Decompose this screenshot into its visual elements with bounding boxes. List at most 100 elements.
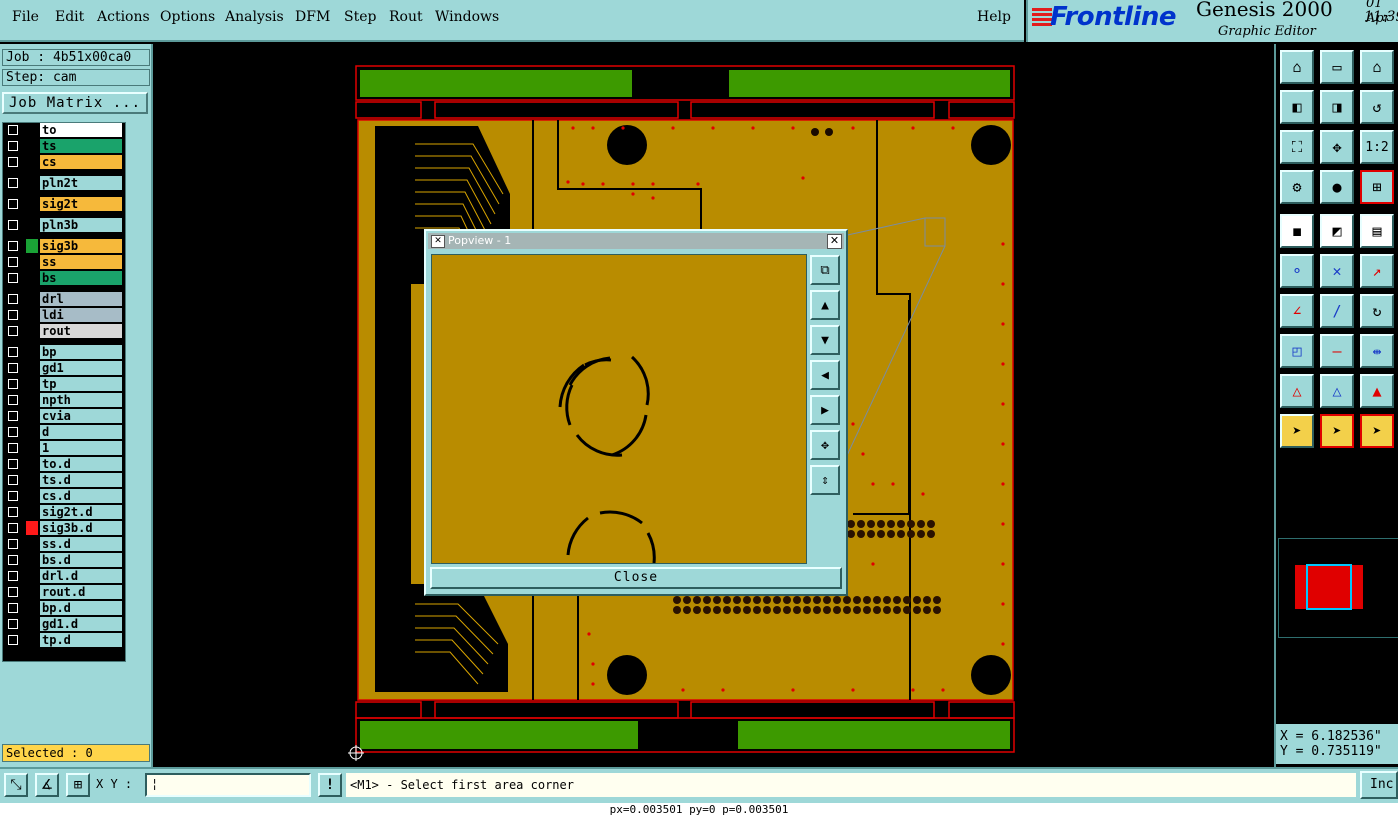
zoom-home-icon[interactable]: ✥ — [810, 430, 840, 460]
layer-checkbox[interactable] — [8, 347, 18, 357]
snap-icon[interactable]: ● — [1320, 170, 1354, 204]
menu-edit[interactable]: Edit — [55, 9, 84, 25]
layer-checkbox[interactable] — [8, 491, 18, 501]
layer-checkbox[interactable] — [8, 523, 18, 533]
layer-row[interactable]: cs — [3, 155, 125, 169]
menu-file[interactable]: File — [12, 9, 39, 25]
layer-row[interactable]: bs — [3, 271, 125, 285]
layer-row[interactable]: gd1 — [3, 361, 125, 375]
layer-checkbox[interactable] — [8, 539, 18, 549]
layer-checkbox[interactable] — [8, 475, 18, 485]
layer-checkbox[interactable] — [8, 326, 18, 336]
layer-row[interactable]: sig2t.d — [3, 505, 125, 519]
pan-up-icon[interactable]: ▲ — [810, 290, 840, 320]
popview-titlebar[interactable]: ✕ Popview - 1 ✕ — [428, 233, 844, 249]
menu-windows[interactable]: Windows — [435, 9, 499, 25]
pointer-icon[interactable]: ➤ — [1280, 414, 1314, 448]
menu-actions[interactable]: Actions — [97, 9, 150, 25]
layer-checkbox[interactable] — [8, 395, 18, 405]
layer-checkbox[interactable] — [8, 125, 18, 135]
angle-snap-icon[interactable]: ∡ — [35, 773, 59, 797]
layers-icon[interactable]: ⊞ — [1360, 170, 1394, 204]
xy-input[interactable]: ¦ — [145, 773, 311, 797]
layer-row[interactable]: drl.d — [3, 569, 125, 583]
zoom-out-icon[interactable]: ▭ — [1320, 50, 1354, 84]
layer-row[interactable]: d — [3, 425, 125, 439]
pan-right-icon[interactable]: ▶ — [810, 395, 840, 425]
layer-checkbox[interactable] — [8, 241, 18, 251]
layer-row[interactable]: npth — [3, 393, 125, 407]
layer-checkbox[interactable] — [8, 310, 18, 320]
zoom-fit-icon[interactable]: ⛶ — [1280, 130, 1314, 164]
layer-checkbox[interactable] — [8, 555, 18, 565]
angle-icon[interactable]: ∠ — [1280, 294, 1314, 328]
layer-checkbox[interactable] — [8, 635, 18, 645]
layer-checkbox[interactable] — [8, 443, 18, 453]
layer-checkbox[interactable] — [8, 220, 18, 230]
menu-rout[interactable]: Rout — [389, 9, 423, 25]
menu-analysis[interactable]: Analysis — [225, 9, 284, 25]
measure-icon[interactable]: ⇹ — [1360, 334, 1394, 368]
intersect-icon[interactable]: ✕ — [1320, 254, 1354, 288]
pan-down-icon[interactable]: ▼ — [810, 325, 840, 355]
layer-row[interactable]: bp.d — [3, 601, 125, 615]
pan-left-icon[interactable]: ◧ — [1280, 90, 1314, 124]
pad-icon[interactable]: ◰ — [1280, 334, 1314, 368]
layer-checkbox[interactable] — [8, 603, 18, 613]
menu-options[interactable]: Options — [160, 9, 215, 25]
pan-right-icon[interactable]: ◨ — [1320, 90, 1354, 124]
layer-checkbox[interactable] — [8, 411, 18, 421]
layer-row[interactable]: ss — [3, 255, 125, 269]
menu-dfm[interactable]: DFM — [295, 9, 330, 25]
triangle-icon[interactable]: △ — [1280, 374, 1314, 408]
pointer-circle-icon[interactable]: ➤ — [1360, 414, 1394, 448]
layer-checkbox[interactable] — [8, 157, 18, 167]
layer-checkbox[interactable] — [8, 571, 18, 581]
layer-row[interactable]: pln3b — [3, 218, 125, 232]
layer-row[interactable]: gd1.d — [3, 617, 125, 631]
layer-row[interactable]: ss.d — [3, 537, 125, 551]
layer-row[interactable]: to.d — [3, 457, 125, 471]
triangle-filled-icon[interactable]: ▲ — [1360, 374, 1394, 408]
layer-row[interactable]: pln2t — [3, 176, 125, 190]
feature-select-icon[interactable]: ◼ — [1280, 214, 1314, 248]
close-icon[interactable]: ✕ — [827, 234, 842, 249]
layer-row[interactable]: 1 — [3, 441, 125, 455]
overview-minimap[interactable] — [1278, 538, 1398, 638]
layer-checkbox[interactable] — [8, 459, 18, 469]
snap-grid-icon[interactable]: ⤡ — [4, 773, 28, 797]
layer-row[interactable]: tp.d — [3, 633, 125, 647]
layer-checkbox[interactable] — [8, 294, 18, 304]
layer-checkbox[interactable] — [8, 427, 18, 437]
redraw-icon[interactable]: ↺ — [1360, 90, 1394, 124]
inc-button[interactable]: Inc — [1360, 771, 1398, 799]
layer-checkbox[interactable] — [8, 199, 18, 209]
exclamation-icon[interactable]: ! — [318, 773, 342, 797]
layer-checkbox[interactable] — [8, 587, 18, 597]
layer-row[interactable]: rout.d — [3, 585, 125, 599]
pointer-select-icon[interactable]: ➤ — [1320, 414, 1354, 448]
window-menu-icon[interactable]: ✕ — [431, 235, 445, 248]
zoom-home-icon[interactable]: ⌂ — [1280, 50, 1314, 84]
layer-row[interactable]: sig3b.d — [3, 521, 125, 535]
zoom-1to2-icon[interactable]: 1:2 — [1360, 130, 1394, 164]
layer-row[interactable]: bp — [3, 345, 125, 359]
line-icon[interactable]: / — [1320, 294, 1354, 328]
layer-checkbox[interactable] — [8, 273, 18, 283]
layer-row[interactable]: drl — [3, 292, 125, 306]
layer-row[interactable]: to — [3, 123, 125, 137]
menu-step[interactable]: Step — [344, 9, 376, 25]
popview-zoom-view[interactable] — [431, 254, 807, 564]
zoom-fit-icon[interactable]: ⇕ — [810, 465, 840, 495]
line-draw-icon[interactable]: ◩ — [1320, 214, 1354, 248]
layer-checkbox[interactable] — [8, 257, 18, 267]
popview-close-button[interactable]: Close — [430, 567, 842, 589]
layer-checkbox[interactable] — [8, 178, 18, 188]
layer-row[interactable]: ts — [3, 139, 125, 153]
settings-icon[interactable]: ⚙ — [1280, 170, 1314, 204]
ruler-icon[interactable]: ▤ — [1360, 214, 1394, 248]
layer-row[interactable]: bs.d — [3, 553, 125, 567]
menu-help[interactable]: Help — [977, 9, 1011, 25]
hline-icon[interactable]: — — [1320, 334, 1354, 368]
layer-checkbox[interactable] — [8, 141, 18, 151]
